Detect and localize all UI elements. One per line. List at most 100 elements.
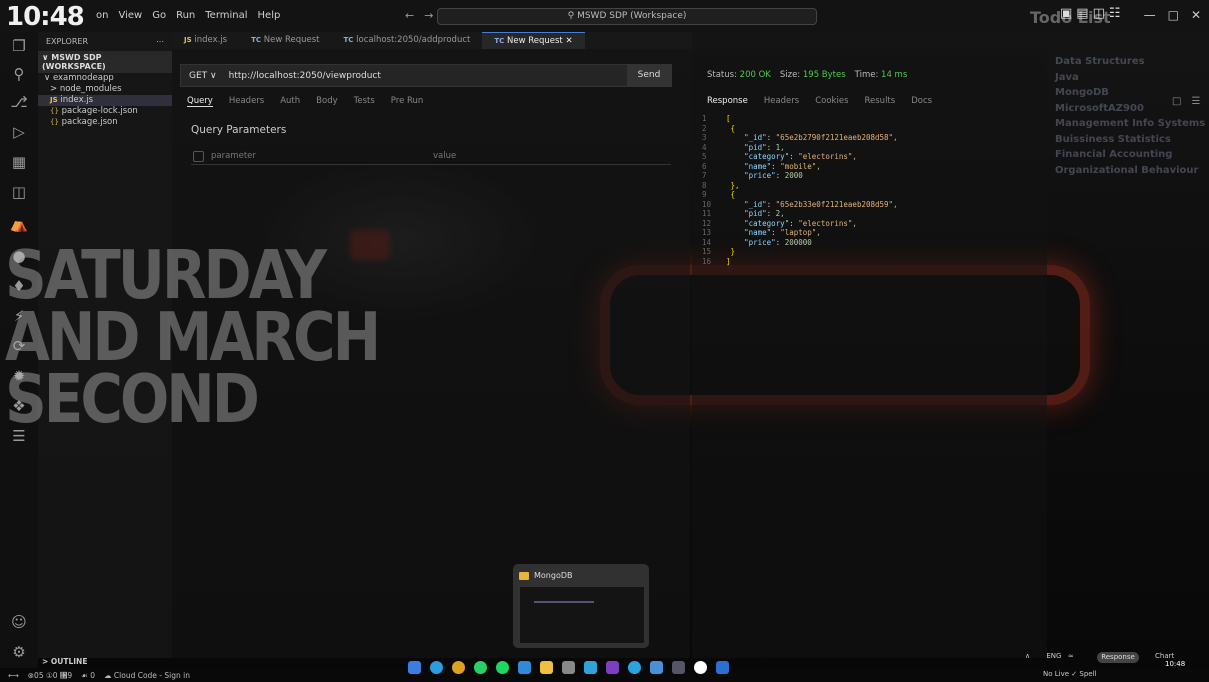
- cloud-code-status[interactable]: ☁ Cloud Code - Sign in: [104, 671, 190, 680]
- ports-indicator[interactable]: ☙ 0: [81, 671, 95, 680]
- tab-index-js[interactable]: JS index.js: [172, 32, 239, 49]
- more-actions-icon[interactable]: ⋯: [156, 37, 164, 46]
- remote-explorer-icon[interactable]: ◫: [9, 182, 29, 202]
- tab-response[interactable]: Response: [707, 96, 748, 106]
- response-toggle-button[interactable]: Response: [1097, 652, 1139, 663]
- thunder-client-icon: TC: [343, 36, 354, 44]
- close-tab-icon[interactable]: ✕: [565, 36, 572, 46]
- customize-layout-icon[interactable]: ☷: [1109, 6, 1121, 21]
- live-server-status[interactable]: No Live: [1043, 670, 1069, 678]
- tab-cookies[interactable]: Cookies: [815, 96, 848, 106]
- tree-item-package-lock[interactable]: {} package-lock.json: [38, 106, 172, 117]
- taskbar-clock[interactable]: 10:48: [1165, 660, 1185, 668]
- accounts-icon[interactable]: ☺: [9, 612, 29, 632]
- search-icon[interactable]: ⚲: [9, 64, 29, 84]
- clock-overlay: 10:48: [6, 2, 85, 32]
- title-bar: on View Go Run Terminal Help ← → ⚲ MSWD …: [0, 0, 1209, 32]
- close-icon[interactable]: ✕: [1191, 8, 1201, 22]
- tree-item-index-js[interactable]: JS index.js: [38, 95, 172, 106]
- problems-indicator[interactable]: ⊗05 ①0 ⑘9: [28, 671, 72, 680]
- vscode-icon[interactable]: [518, 661, 531, 674]
- json-colon: :: [771, 161, 781, 171]
- tab-pre-run[interactable]: Pre Run: [391, 96, 424, 107]
- toggle-panel-icon[interactable]: ▤: [1076, 6, 1088, 21]
- javascript-file-icon: JS: [184, 36, 192, 44]
- tab-response-headers[interactable]: Headers: [764, 96, 799, 106]
- tab-results[interactable]: Results: [865, 96, 896, 106]
- json-value: "laptop",: [780, 228, 821, 237]
- menu-item-selection[interactable]: on: [96, 10, 108, 21]
- line-number: 10: [702, 199, 712, 209]
- tab-headers[interactable]: Headers: [229, 96, 264, 107]
- taskbar: [408, 661, 729, 674]
- tab-auth[interactable]: Auth: [280, 96, 300, 107]
- app-icon-1[interactable]: [584, 661, 597, 674]
- file-explorer-icon[interactable]: [540, 661, 553, 674]
- workspace-label: MSWD SDP (WORKSPACE): [42, 53, 106, 71]
- send-button[interactable]: Send: [627, 65, 671, 86]
- extensions-icon[interactable]: ▦: [9, 152, 29, 172]
- tab-addproduct[interactable]: TC localhost:2050/addproduct: [332, 32, 483, 49]
- start-icon[interactable]: [408, 661, 421, 674]
- tab-docs[interactable]: Docs: [911, 96, 932, 106]
- tab-body[interactable]: Body: [316, 96, 337, 107]
- back-arrow-icon[interactable]: ←: [405, 9, 414, 22]
- show-hidden-icon[interactable]: ∧: [1025, 652, 1030, 660]
- tab-tests[interactable]: Tests: [354, 96, 375, 107]
- mongodb-window-preview[interactable]: MongoDB: [513, 564, 649, 648]
- param-name-field[interactable]: parameter: [211, 151, 256, 161]
- app-icon-2[interactable]: [694, 661, 707, 674]
- wifi-icon[interactable]: ≈: [1068, 652, 1074, 660]
- settings-gear-icon[interactable]: ⚙: [9, 642, 29, 662]
- run-debug-icon[interactable]: ▷: [9, 122, 29, 142]
- tab-new-request-active[interactable]: TC New Request ✕: [482, 32, 585, 49]
- menu-item-view[interactable]: View: [118, 10, 142, 21]
- telegram-icon[interactable]: [628, 661, 641, 674]
- editor-tabs: JS index.js TC New Request TC localhost:…: [172, 32, 692, 49]
- toggle-sidebar-icon[interactable]: ▣: [1060, 6, 1072, 21]
- notepad-icon[interactable]: [650, 661, 663, 674]
- spell-status[interactable]: Spell: [1079, 670, 1096, 678]
- forward-arrow-icon[interactable]: →: [424, 9, 433, 22]
- menu-item-help[interactable]: Help: [258, 10, 281, 21]
- onenote-icon[interactable]: [606, 661, 619, 674]
- line-number: 5: [702, 152, 707, 161]
- time-label: Time:: [854, 70, 879, 80]
- word-icon[interactable]: [716, 661, 729, 674]
- minimize-icon[interactable]: —: [1144, 8, 1156, 22]
- tree-item-package-json[interactable]: {} package.json: [38, 117, 172, 128]
- settings-taskbar-icon[interactable]: [562, 661, 575, 674]
- docker-icon[interactable]: ⛺: [9, 214, 29, 234]
- tree-item-examnodeapp[interactable]: ∨ examnodeapp: [38, 73, 172, 84]
- chrome-icon[interactable]: [452, 661, 465, 674]
- spotify-icon[interactable]: [496, 661, 509, 674]
- menu-item-run[interactable]: Run: [176, 10, 195, 21]
- whatsapp-icon[interactable]: [474, 661, 487, 674]
- tab-query[interactable]: Query: [187, 96, 213, 107]
- param-checkbox[interactable]: [193, 151, 204, 162]
- terminal-icon[interactable]: [672, 661, 685, 674]
- search-taskbar-icon[interactable]: [430, 661, 443, 674]
- workspace-title[interactable]: ∨ MSWD SDP (WORKSPACE): [38, 51, 172, 73]
- param-value-field[interactable]: value: [433, 151, 456, 161]
- command-center-search[interactable]: ⚲ MSWD SDP (Workspace): [437, 8, 817, 25]
- outline-section[interactable]: > OUTLINE: [38, 657, 176, 668]
- chart-label[interactable]: Chart: [1155, 652, 1174, 660]
- menu-item-go[interactable]: Go: [152, 10, 166, 21]
- toggle-secondary-sidebar-icon[interactable]: ◫: [1093, 6, 1105, 21]
- code-line: 4 "pid": 1,: [702, 143, 898, 153]
- language-indicator[interactable]: ENG: [1046, 652, 1061, 660]
- remote-indicator-icon[interactable]: ⟷: [8, 671, 19, 680]
- method-select[interactable]: GET ∨: [181, 71, 227, 81]
- json-key: "_id": [744, 133, 767, 142]
- restore-icon[interactable]: □: [1168, 8, 1179, 22]
- explorer-icon[interactable]: ❐: [9, 36, 29, 56]
- tab-new-request-1[interactable]: TC New Request: [239, 32, 331, 49]
- tree-item-node-modules[interactable]: > node_modules: [38, 84, 172, 95]
- source-control-icon[interactable]: ⎇: [9, 92, 29, 112]
- preview-title: MongoDB: [534, 571, 573, 580]
- menu-item-terminal[interactable]: Terminal: [205, 10, 247, 21]
- url-input[interactable]: [226, 69, 627, 82]
